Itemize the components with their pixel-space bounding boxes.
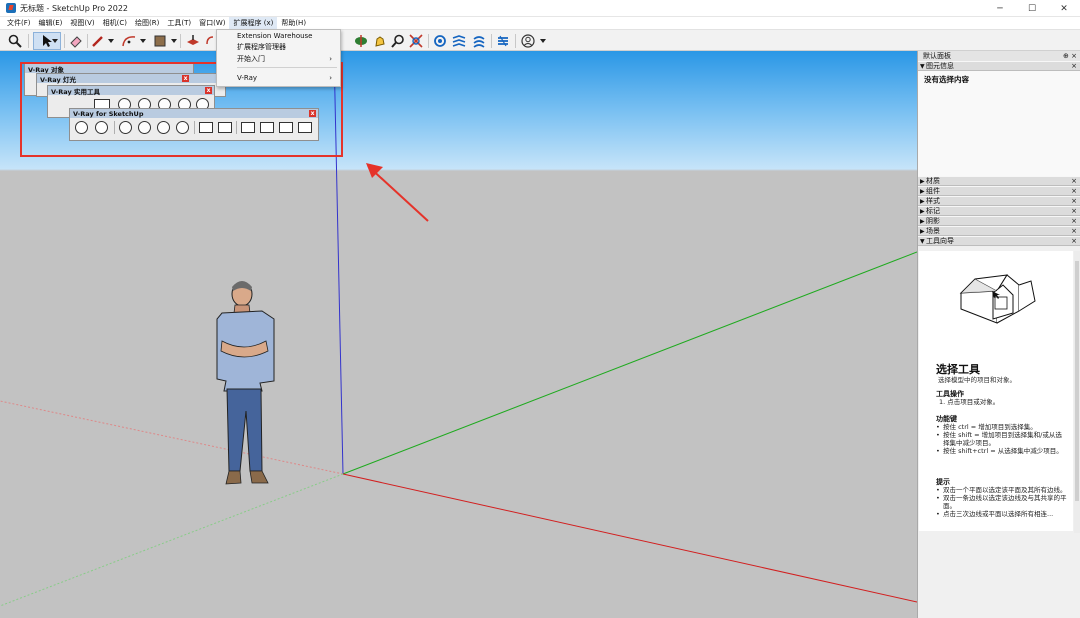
tray-styles[interactable]: ▶ 样式 × [918,196,1080,206]
close-icon[interactable]: × [1071,217,1077,226]
menu-tools[interactable]: 工具(T) [163,17,195,29]
close-icon[interactable]: × [1071,62,1077,71]
pencil-icon[interactable] [90,32,106,50]
chevron-down-icon[interactable] [108,39,114,43]
collapsed-triangle-icon: ▶ [920,188,925,195]
chevron-right-icon: › [329,74,332,82]
collapsed-triangle-icon: ▶ [920,218,925,225]
components-icon[interactable] [471,32,487,50]
chevron-down-icon[interactable] [171,39,177,43]
chevron-down-icon[interactable] [52,39,58,43]
collapsed-triangle-icon: ▶ [920,198,925,205]
scrollbar-thumb[interactable] [1075,261,1079,501]
shape-icon[interactable] [151,32,169,50]
title-bar: 无标题 - SketchUp Pro 2022 ─ ☐ ✕ [0,0,1080,17]
maximize-button[interactable]: ☐ [1016,0,1048,17]
pan-icon[interactable] [372,32,388,50]
tray-instructor[interactable]: ▼ 工具向导 × [918,236,1080,246]
instructor-content: 选择工具 选择模型中的项目和对象。 工具操作 1. 点击项目或对象。 功能键 •… [919,251,1073,531]
orbit-icon[interactable] [352,32,370,50]
instructor-tips-heading: 提示 [936,478,950,486]
chevron-down-icon[interactable] [140,39,146,43]
close-icon[interactable]: × [1071,237,1077,246]
menu-extension-manager[interactable]: 扩展程序管理器 [217,42,340,53]
search-icon[interactable] [6,32,24,50]
tray-materials[interactable]: ▶ 材质 × [918,176,1080,186]
red-axis [342,473,917,603]
sketchup-window: 无标题 - SketchUp Pro 2022 ─ ☐ ✕ 文件(F) 编辑(E… [0,0,1080,618]
close-icon[interactable]: × [1071,227,1077,236]
tray-components[interactable]: ▶ 组件 × [918,186,1080,196]
menu-edit[interactable]: 编辑(E) [35,17,67,29]
tray-entity-info[interactable]: ▼ 图元信息 × [918,61,1080,71]
window-title: 无标题 - SketchUp Pro 2022 [20,3,128,13]
instructor-key-item: • 按住 ctrl = 增加项目到选择集。 [936,423,1037,431]
expanded-triangle-icon: ▼ [920,238,925,245]
close-icon[interactable]: × [1071,187,1077,196]
expanded-triangle-icon: ▼ [920,63,925,70]
instructor-keys-heading: 功能键 [936,415,957,423]
menu-extension-warehouse[interactable]: Extension Warehouse [217,31,340,42]
menu-camera[interactable]: 相机(C) [99,17,131,29]
instructor-tip-item: • 双击一条边线以选定该边线及与其共享的平面。 [936,494,1067,510]
user-account-icon[interactable] [520,32,536,50]
close-icon[interactable]: × [1071,177,1077,186]
instructor-tip-item: • 点击三次边线或平面以选择所有相连... [936,510,1054,518]
sandbox-icon[interactable] [432,32,448,50]
scale-figure [216,281,275,485]
default-tray: 默认面板 ⊕ × ▼ 图元信息 × 没有选择内容 ▶ 材质 × ▶ 组件 × ▶… [917,51,1080,618]
chevron-down-icon[interactable] [540,39,546,43]
instructor-tip-item: • 双击一个平面以选定该平面及其所有边线。 [936,486,1067,494]
zoom-extents-icon[interactable] [408,32,424,50]
menu-bar: 文件(F) 编辑(E) 视图(V) 相机(C) 绘图(R) 工具(T) 窗口(W… [0,17,1080,29]
push-pull-icon[interactable] [184,32,202,50]
menu-view[interactable]: 视图(V) [66,17,98,29]
annotation-arrow-head [366,163,383,178]
menu-help[interactable]: 帮助(H) [277,17,310,29]
zoom-icon[interactable] [390,32,406,50]
instructor-scrollbar[interactable] [1074,251,1080,533]
menu-getting-started[interactable]: 开始入门 › [217,54,340,65]
arc-icon[interactable] [120,32,138,50]
instructor-key-item: • 按住 shift+ctrl = 从选择集中减少项目。 [936,447,1063,455]
instructor-key-item: • 按住 shift = 增加项目到选择集和/或从选择集中减少项目。 [936,431,1062,447]
tray-tags[interactable]: ▶ 标记 × [918,206,1080,216]
menu-vray[interactable]: V-Ray › [217,73,340,84]
menu-window[interactable]: 窗口(W) [195,17,229,29]
extension-icon[interactable] [495,32,511,50]
window-controls: ─ ☐ ✕ [984,0,1080,17]
move-icon[interactable] [204,32,216,50]
green-axis-negative [0,473,344,607]
house-illustration [959,274,1036,324]
minimize-button[interactable]: ─ [984,0,1016,17]
green-axis [342,251,917,475]
collapsed-triangle-icon: ▶ [920,178,925,185]
close-icon[interactable]: × [1071,207,1077,216]
tray-shadows[interactable]: ▶ 阴影 × [918,216,1080,226]
menu-file[interactable]: 文件(F) [3,17,35,29]
tray-scenes[interactable]: ▶ 场景 × [918,226,1080,236]
collapsed-triangle-icon: ▶ [920,208,925,215]
close-icon[interactable]: × [1071,197,1077,206]
main-toolbar [0,29,1080,51]
red-axis-negative [0,400,344,475]
collapsed-triangle-icon: ▶ [920,228,925,235]
instructor-tool-description: 选择模型中的项目和对象。 [938,376,1016,384]
instructor-ops-item: 1. 点击项目或对象。 [939,398,1000,406]
extensions-menu-dropdown: Extension Warehouse 扩展程序管理器 开始入门 › V-Ray › [216,29,341,87]
menu-draw[interactable]: 绘图(R) [131,17,163,29]
close-button[interactable]: ✕ [1048,0,1080,17]
sketchup-logo-icon [6,3,16,13]
warehouse-icon[interactable] [451,32,467,50]
instructor-ops-heading: 工具操作 [936,390,964,398]
tray-title: 默认面板 [923,52,951,60]
entity-status: 没有选择内容 [924,75,969,84]
pin-icon[interactable]: ⊕ × [1063,51,1077,61]
eraser-icon[interactable] [67,32,85,50]
menu-extensions[interactable]: 扩展程序 (x) [229,17,278,29]
annotation-arrow [367,165,429,222]
chevron-right-icon: › [329,55,332,63]
